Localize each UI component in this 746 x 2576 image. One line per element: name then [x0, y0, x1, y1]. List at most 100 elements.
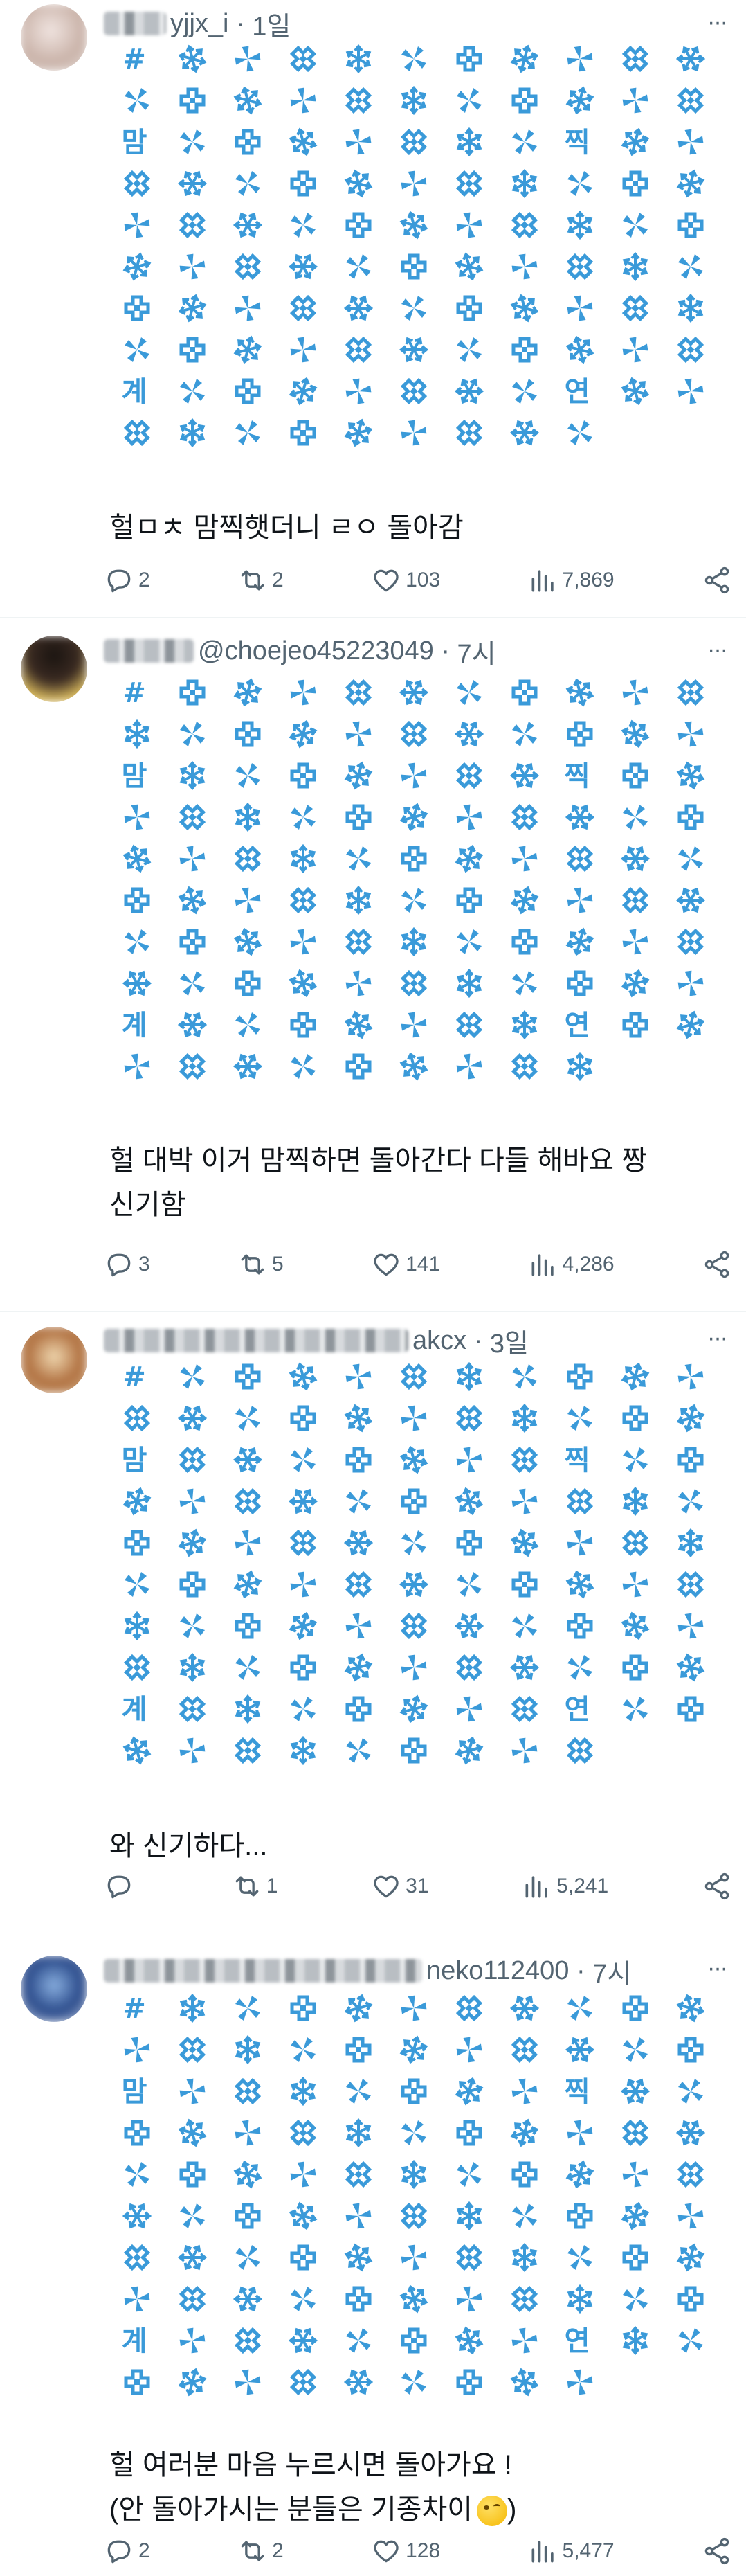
pattern-glyph-icon [567, 2369, 593, 2395]
tweet-time[interactable]: 1일 [252, 5, 291, 43]
views-button[interactable]: 5,477 [528, 2536, 615, 2566]
share-button[interactable] [702, 2536, 732, 2566]
views-button[interactable]: 7,869 [528, 565, 615, 596]
avatar[interactable] [21, 1327, 87, 1393]
tweet[interactable]: akcx · 3일 ··· # 맘 찍 계 연 와 신기하다... 1 31 5… [0, 1312, 746, 1933]
pattern-glyph-icon [511, 1053, 538, 1080]
like-button[interactable]: 103 [371, 565, 440, 596]
user-handle[interactable]: neko112400 [426, 1956, 569, 1986]
views-button[interactable]: 5,241 [522, 1871, 608, 1902]
pattern-glyph-icon [235, 2120, 261, 2146]
pattern-glyph-icon [677, 1528, 704, 1558]
pattern-glyph-icon [456, 1053, 482, 1080]
pattern-glyph-icon [289, 45, 317, 73]
user-handle[interactable]: @choejeo45223049 [198, 636, 434, 666]
pattern-glyph-icon [565, 804, 595, 830]
pattern-glyph-icon [567, 2284, 593, 2314]
share-button[interactable] [702, 1871, 732, 1902]
pattern-label-gye: 계 [122, 1694, 147, 1726]
pattern-glyph-icon [289, 377, 318, 406]
user-handle[interactable]: akcx [412, 1326, 466, 1356]
spinning-pattern-image: # 맘 찍 계 연 [109, 672, 718, 1087]
retweet-button[interactable]: 1 [232, 1871, 278, 1902]
pattern-glyph-icon [622, 679, 648, 706]
pattern-glyph-icon [510, 2118, 539, 2147]
tweet[interactable]: neko112400 · 7시 ··· # 맘 찍 계 연 헐 여러분 마음 누르시면 … [0, 1933, 746, 2576]
share-button[interactable] [702, 565, 732, 596]
pattern-glyph-icon [677, 1613, 704, 1639]
more-options-icon[interactable]: ··· [703, 636, 731, 663]
pattern-glyph-icon [178, 294, 207, 323]
pattern-label-hash: # [122, 44, 146, 75]
pattern-glyph-icon [345, 804, 372, 830]
pattern-label-mam: 맘 [122, 1444, 147, 1476]
retweet-button[interactable]: 2 [237, 2536, 284, 2566]
pattern-glyph-icon [510, 294, 539, 323]
pattern-glyph-icon [512, 971, 537, 996]
pattern-glyph-icon [509, 762, 540, 789]
avatar[interactable] [21, 636, 87, 702]
share-button[interactable] [702, 1249, 732, 1280]
pattern-glyph-icon [455, 1011, 483, 1039]
reply-button[interactable]: 3 [104, 1249, 150, 1280]
more-options-icon[interactable]: ··· [703, 1324, 731, 1352]
tweet-header: akcx · 3일 [104, 1322, 529, 1360]
like-button[interactable]: 141 [371, 1249, 440, 1280]
avatar[interactable] [21, 1956, 87, 2022]
pattern-glyph-icon [622, 2244, 648, 2271]
pattern-glyph-icon [622, 1486, 648, 1517]
like-button[interactable]: 128 [371, 2536, 440, 2566]
pattern-glyph-icon [235, 1012, 260, 1037]
pattern-glyph-icon [290, 87, 316, 114]
pattern-glyph-icon [178, 44, 207, 73]
pattern-glyph-icon [454, 721, 484, 747]
pattern-glyph-icon [235, 802, 261, 832]
more-options-icon[interactable]: ··· [703, 1954, 731, 1982]
pattern-glyph-icon [677, 2286, 704, 2312]
pattern-glyph-icon [457, 88, 482, 113]
pattern-glyph-icon [457, 929, 482, 954]
tweet[interactable]: @choejeo45223049 · 7시 ··· # 맘 찍 계 연 헐 대박 이거 … [0, 618, 746, 1312]
like-button[interactable]: 31 [371, 1871, 428, 1902]
tweet[interactable]: yjjx_i · 1일 ··· # 맘 찍 계 연 헐ㅁㅊ 맘찍햇더니 ㄹㅇ 돌아감 2… [0, 0, 746, 618]
pattern-glyph-icon [180, 129, 205, 154]
avatar[interactable] [21, 4, 87, 71]
reply-button[interactable]: 2 [104, 565, 150, 596]
retweet-button[interactable]: 5 [237, 1249, 284, 1280]
pattern-glyph-icon [621, 127, 650, 156]
pattern-glyph-icon [289, 2368, 317, 2396]
pattern-glyph-icon [345, 336, 372, 364]
pattern-glyph-icon [401, 420, 427, 446]
pattern-glyph-icon [345, 1613, 372, 1639]
pattern-glyph-icon [291, 1697, 316, 1721]
tweet-time[interactable]: 3일 [490, 1322, 529, 1360]
more-options-icon[interactable]: ··· [703, 8, 731, 36]
pattern-glyph-icon [123, 1654, 151, 1681]
pattern-glyph-icon [456, 212, 482, 238]
pattern-glyph-icon [623, 1697, 648, 1721]
pattern-glyph-icon [289, 2201, 318, 2230]
user-handle[interactable]: yjjx_i [170, 9, 228, 39]
views-button[interactable]: 4,286 [528, 1249, 615, 1280]
pattern-glyph-icon [510, 44, 539, 73]
pattern-glyph-icon [123, 419, 151, 447]
pattern-glyph-icon [511, 2161, 538, 2188]
tweet-time[interactable]: 7시 [457, 632, 496, 670]
pattern-glyph-icon [345, 1571, 372, 1598]
pattern-glyph-icon [567, 1363, 593, 1390]
pattern-glyph-icon [235, 2203, 261, 2229]
reply-button[interactable]: 2 [104, 2536, 150, 2566]
tweet-time[interactable]: 7시 [592, 1952, 631, 1990]
pattern-label-mam: 맘 [122, 2076, 147, 2108]
tweet-actions: 3 5 141 4,286 [104, 1244, 732, 1285]
reply-icon [107, 2540, 131, 2564]
pattern-glyph-icon [124, 1611, 150, 1641]
pattern-glyph-icon [179, 1695, 206, 1723]
pattern-glyph-icon [511, 2078, 538, 2104]
retweet-button[interactable]: 2 [237, 565, 284, 596]
pattern-glyph-icon [621, 2201, 650, 2230]
reply-button[interactable] [104, 1871, 138, 1902]
pattern-glyph-icon [401, 2078, 427, 2104]
tweet-text-line: (안 돌아가시는 분들은 기종차이 [109, 2494, 473, 2525]
pattern-glyph-icon [179, 2036, 206, 2064]
